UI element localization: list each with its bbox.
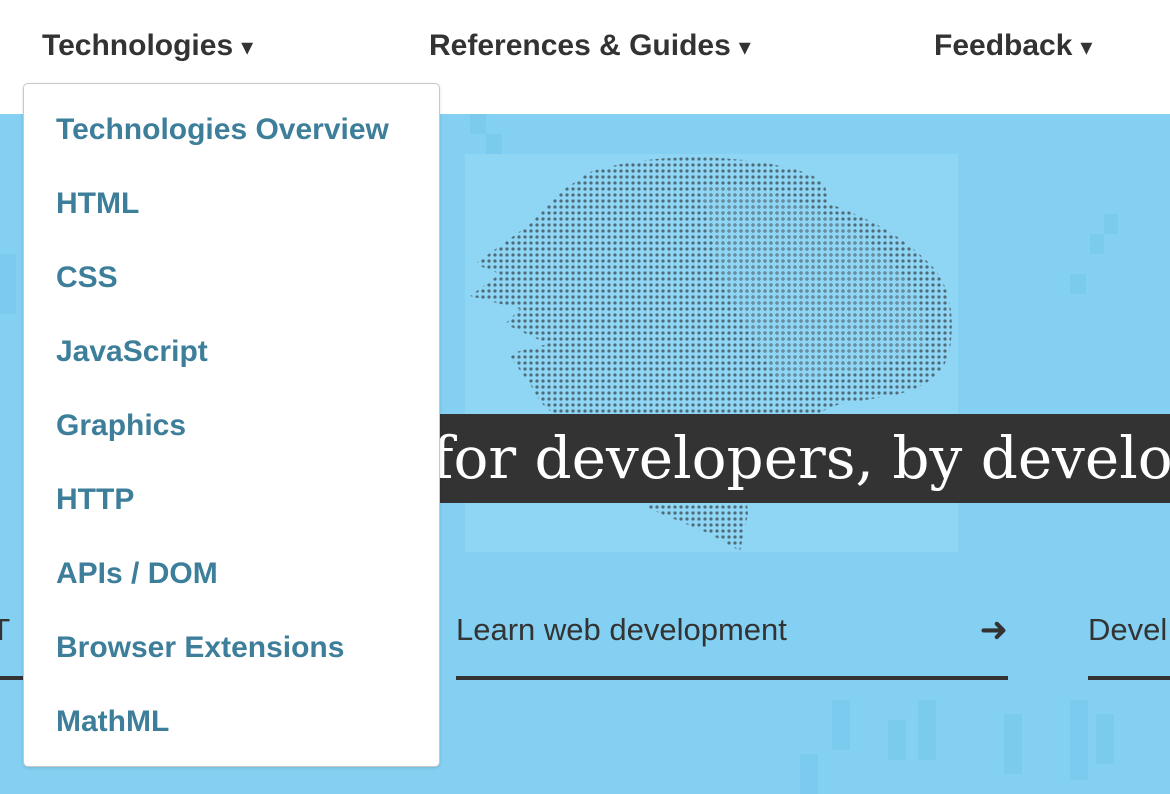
caret-down-icon: ▾ xyxy=(738,34,751,61)
nav-technologies-label: Technologies xyxy=(42,29,234,62)
menu-item-http[interactable]: HTTP xyxy=(56,480,134,520)
technologies-dropdown-menu: Technologies Overview HTML CSS JavaScrip… xyxy=(23,83,440,767)
cta-link-right[interactable]: Devel xyxy=(1088,592,1170,680)
menu-item-css[interactable]: CSS xyxy=(56,258,118,298)
menu-item-mathml[interactable]: MathML xyxy=(56,702,169,742)
menu-item-apis-dom[interactable]: APIs / DOM xyxy=(56,554,218,594)
arrow-right-icon: ➜ xyxy=(979,611,1009,649)
menu-item-javascript[interactable]: JavaScript xyxy=(56,332,208,372)
nav-technologies[interactable]: Technologies ▾ xyxy=(42,24,253,68)
nav-references-label: References & Guides xyxy=(429,29,731,62)
caret-down-icon: ▾ xyxy=(241,34,254,61)
hero-tagline: for developers, by developers xyxy=(382,414,1170,503)
cta-learn-web-development[interactable]: Learn web development ➜ xyxy=(456,592,1008,680)
nav-feedback[interactable]: Feedback ▾ xyxy=(934,24,1092,68)
nav-feedback-label: Feedback xyxy=(934,29,1073,62)
menu-item-browser-extensions[interactable]: Browser Extensions xyxy=(56,628,344,668)
cta-learn-label: Learn web development xyxy=(456,612,787,647)
menu-item-html[interactable]: HTML xyxy=(56,184,139,224)
menu-item-graphics[interactable]: Graphics xyxy=(56,406,186,446)
cta-left-label: o T xyxy=(0,612,10,648)
caret-down-icon: ▾ xyxy=(1080,34,1093,61)
cta-right-label: Devel xyxy=(1088,612,1168,647)
menu-item-technologies-overview[interactable]: Technologies Overview xyxy=(56,110,389,150)
nav-references-guides[interactable]: References & Guides ▾ xyxy=(429,24,751,68)
